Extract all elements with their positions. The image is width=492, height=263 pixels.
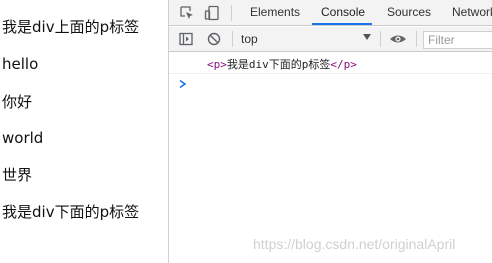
- toolbar-divider: [380, 31, 381, 47]
- paragraph-above-div: 我是div上面的p标签: [2, 18, 140, 36]
- paragraph-below-div: 我是div下面的p标签: [2, 203, 140, 221]
- toolbar-divider: [416, 31, 417, 47]
- logged-text: 我是div下面的p标签: [226, 58, 331, 71]
- dropdown-arrow-icon[interactable]: [363, 34, 371, 40]
- tab-elements[interactable]: Elements: [250, 0, 300, 26]
- toolbar-divider: [231, 5, 232, 21]
- tab-network[interactable]: Network: [452, 0, 492, 26]
- console-prompt-icon[interactable]: [178, 79, 188, 89]
- active-tab-indicator: [312, 23, 372, 25]
- open-tag: <p>: [207, 58, 227, 71]
- inspect-element-icon[interactable]: [179, 5, 195, 21]
- console-toolbar: top Filter: [169, 27, 492, 52]
- logged-element[interactable]: <p>我是div下面的p标签</p>: [207, 56, 357, 74]
- filter-input[interactable]: Filter: [423, 31, 492, 49]
- devtools-panel: Elements Console Sources Network top Fil…: [168, 0, 492, 263]
- show-sidebar-icon[interactable]: [179, 32, 193, 46]
- paragraph-world: world: [2, 129, 44, 147]
- console-log-entry[interactable]: <p>我是div下面的p标签</p>: [169, 56, 492, 74]
- paragraph-shijie: 世界: [2, 166, 33, 184]
- tab-sources[interactable]: Sources: [387, 0, 431, 26]
- paragraph-nihao: 你好: [2, 93, 33, 111]
- clear-console-icon[interactable]: [207, 32, 221, 46]
- live-expression-eye-icon[interactable]: [389, 32, 407, 46]
- toolbar-divider: [232, 31, 233, 47]
- device-toolbar-icon[interactable]: [204, 5, 220, 21]
- watermark-text: https://blog.csdn.net/originalApril: [253, 236, 456, 252]
- page-preview: 我是div上面的p标签 hello 你好 world 世界 我是div下面的p标…: [0, 0, 168, 263]
- devtools-tab-bar: Elements Console Sources Network: [169, 0, 492, 26]
- context-selector[interactable]: top: [241, 31, 258, 48]
- close-tag: </p>: [330, 58, 357, 71]
- paragraph-hello: hello: [2, 55, 39, 73]
